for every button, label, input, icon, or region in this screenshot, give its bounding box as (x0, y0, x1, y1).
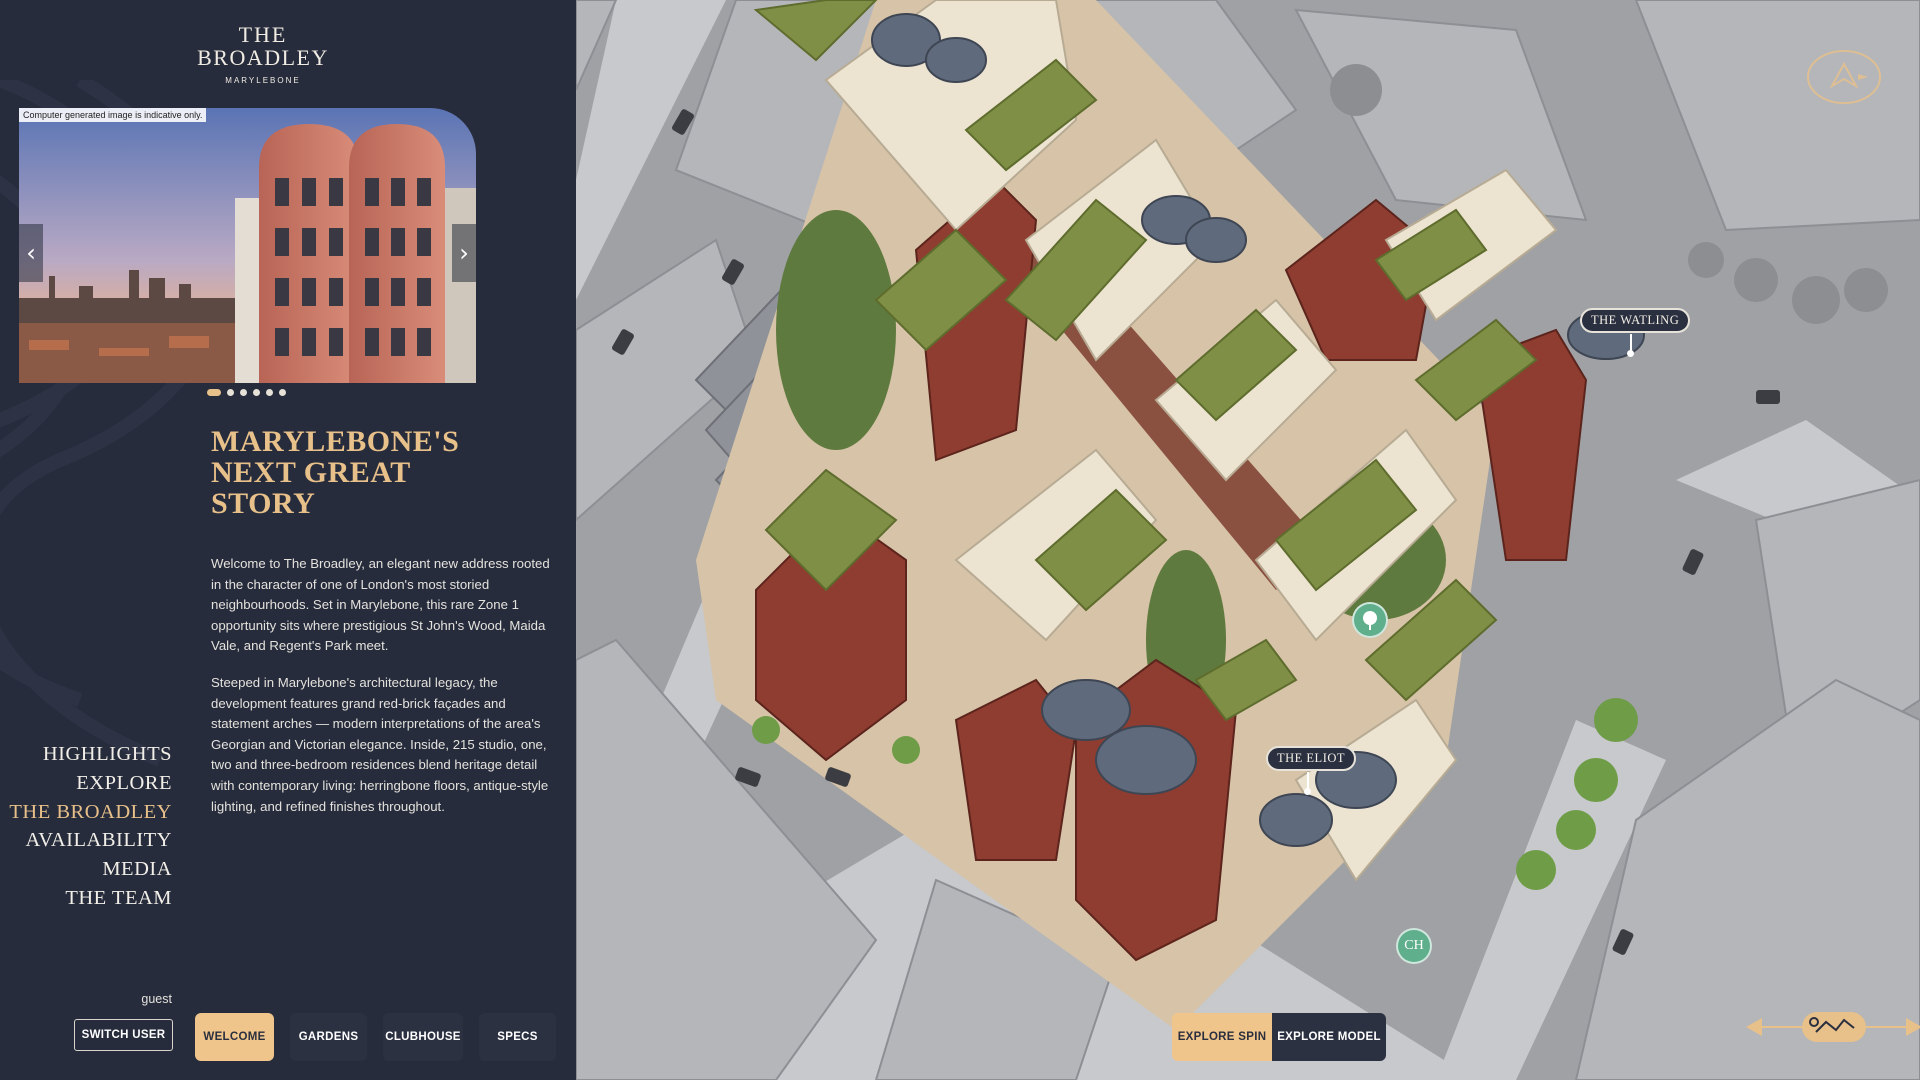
explore-toggle: EXPLORE SPIN EXPLORE MODEL (1172, 1013, 1386, 1061)
nav-item-the-team[interactable]: THE TEAM (9, 884, 172, 913)
nav-item-media[interactable]: MEDIA (9, 855, 172, 884)
explore-spin-button[interactable]: EXPLORE SPIN (1172, 1013, 1272, 1061)
main-nav: HIGHLIGHTS EXPLORE THE BROADLEY AVAILABI… (9, 740, 172, 913)
image-gallery[interactable]: Computer generated image is indicative o… (19, 108, 476, 383)
title-line-2: NEXT GREAT (211, 456, 411, 489)
pin-dot (1304, 788, 1311, 795)
title-line-1: MARYLEBONE'S (211, 425, 460, 458)
tab-welcome[interactable]: WELCOME (195, 1013, 274, 1061)
gallery-dot[interactable] (207, 389, 221, 396)
tree-icon-glyph (1363, 611, 1377, 630)
intro-paragraph-1: Welcome to The Broadley, an elegant new … (211, 556, 550, 654)
nav-item-explore[interactable]: EXPLORE (9, 769, 172, 798)
info-panel: THE BROADLEY MARYLEBONE Computer generat… (0, 0, 576, 1080)
pin-dot (1627, 350, 1634, 357)
tab-gardens[interactable]: GARDENS (290, 1013, 367, 1061)
current-user-label: guest (141, 992, 172, 1006)
rotate-view-icon[interactable] (1744, 1008, 1920, 1046)
title-line-3: STORY (211, 487, 316, 520)
nav-item-availability[interactable]: AVAILABILITY (9, 826, 172, 855)
compass-icon[interactable] (1804, 46, 1884, 108)
nav-item-the-broadley[interactable]: THE BROADLEY (9, 798, 172, 827)
gallery-disclaimer: Computer generated image is indicative o… (19, 108, 207, 122)
building-label-the-eliot[interactable]: THE ELIOT (1266, 746, 1357, 771)
aerial-render (576, 0, 1920, 1080)
explore-model-button[interactable]: EXPLORE MODEL (1272, 1013, 1386, 1061)
intro-paragraph-2: Steeped in Marylebone's architectural le… (211, 674, 549, 814)
logo-line-1: THE (238, 22, 288, 47)
gallery-image (19, 108, 476, 383)
gallery-dot[interactable] (266, 389, 273, 396)
app: THE BROADLEY MARYLEBONE Computer generat… (0, 0, 1920, 1080)
tab-clubhouse[interactable]: CLUBHOUSE (383, 1013, 463, 1061)
chevron-left-icon[interactable]: ‹ (19, 224, 43, 282)
logo-line-3: MARYLEBONE (225, 76, 301, 85)
logo-line-2: BROADLEY (197, 45, 329, 70)
switch-user-button[interactable]: SWITCH USER (74, 1019, 173, 1051)
chevron-right-icon[interactable]: › (452, 224, 476, 282)
gallery-pagination (207, 389, 286, 396)
clubhouse-icon[interactable]: CH (1396, 928, 1432, 964)
gallery-dot[interactable] (240, 389, 247, 396)
aerial-map-view[interactable]: THE WATLING THE ELIOT CH EXPLORE SPIN EX… (576, 0, 1920, 1080)
page-title: MARYLEBONE'S NEXT GREAT STORY (211, 426, 511, 519)
intro-text: Welcome to The Broadley, an elegant new … (211, 554, 556, 817)
gallery-dot[interactable] (253, 389, 260, 396)
brand-logo[interactable]: THE BROADLEY MARYLEBONE (190, 22, 336, 86)
nav-item-highlights[interactable]: HIGHLIGHTS (9, 740, 172, 769)
building-label-the-watling[interactable]: THE WATLING (1580, 308, 1691, 333)
gallery-dot[interactable] (227, 389, 234, 396)
gallery-dot[interactable] (279, 389, 286, 396)
tab-specs[interactable]: SPECS (479, 1013, 556, 1061)
tree-icon[interactable] (1352, 602, 1388, 638)
